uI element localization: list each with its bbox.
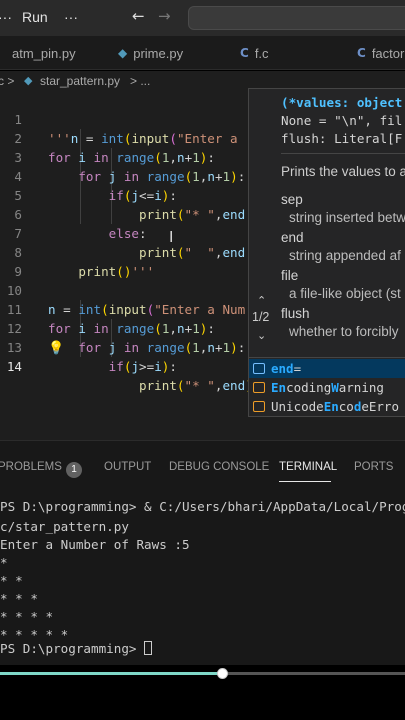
- python-file-icon: ◆: [118, 46, 128, 60]
- lightbulb-icon[interactable]: 💡: [48, 341, 64, 357]
- param-name: flush: [281, 306, 310, 321]
- tab-label: prime.py: [133, 45, 184, 61]
- bottom-panel: PROBLEMS 1 OUTPUT DEBUG CONSOLE TERMINAL…: [0, 440, 405, 665]
- terminal-prompt: PS D:\programming>: [0, 641, 145, 656]
- tab-f-c[interactable]: C f.c: [240, 36, 269, 70]
- tab-atm-pin[interactable]: atm_pin.py: [12, 36, 76, 70]
- arrow-left-icon[interactable]: ←: [132, 7, 145, 25]
- divider: [281, 153, 405, 154]
- menu-overflow[interactable]: ···: [0, 9, 12, 25]
- overload-counter: 1/2: [252, 310, 270, 324]
- terminal-line: PS D:\programming> & C:/Users/bhari/AppD…: [0, 499, 405, 514]
- menu-more[interactable]: ···: [64, 9, 78, 25]
- python-file-icon: ◆: [24, 74, 33, 87]
- param-desc: whether to forcibly: [289, 324, 399, 339]
- param-desc: string appended af: [289, 248, 401, 263]
- signature-line: None = "\n", fil: [281, 113, 403, 128]
- signature-description: Prints the values to a: [281, 164, 405, 179]
- suggestion-label: UnicodeEncodeErro: [271, 399, 399, 414]
- terminal-line: * * *: [0, 591, 38, 606]
- problems-count-badge: 1: [66, 462, 82, 478]
- terminal-cursor: [144, 641, 153, 655]
- tab-ports[interactable]: PORTS: [354, 461, 393, 473]
- video-controls: [0, 665, 405, 720]
- text-cursor-icon: I: [169, 228, 174, 246]
- tab-terminal[interactable]: TERMINAL: [279, 461, 337, 473]
- terminal-line: c/star_pattern.py: [0, 519, 129, 534]
- tab-output[interactable]: OUTPUT: [104, 461, 151, 473]
- breadcrumb-file[interactable]: star_pattern.py: [40, 74, 120, 88]
- terminal-line: *: [0, 555, 8, 570]
- suggestion-label: EncodingWarning: [271, 380, 384, 395]
- suggestion-unicodeencodeerror[interactable]: UnicodeEncodeErro: [249, 397, 405, 416]
- c-file-icon: C: [357, 46, 366, 60]
- menu-run[interactable]: Run: [22, 9, 48, 25]
- param-name: file: [281, 268, 299, 283]
- menu-bar: ··· Run ··· ← →: [0, 0, 405, 36]
- command-center-search[interactable]: [188, 6, 405, 30]
- tab-label: f.c: [254, 45, 269, 61]
- terminal-line: * * * *: [0, 609, 54, 624]
- suggestion-encodingwarning[interactable]: EncodingWarning: [249, 378, 405, 397]
- tab-prime[interactable]: ◆ prime.py: [118, 36, 183, 70]
- editor-tab-bar: atm_pin.py ◆ prime.py C f.c C factor: [0, 36, 405, 70]
- class-icon: [253, 382, 265, 393]
- param-name: sep: [281, 192, 303, 207]
- tab-label: atm_pin.py: [12, 45, 76, 61]
- param-desc: a file-like object (st: [289, 286, 401, 301]
- terminal-line: * * * * *: [0, 627, 69, 642]
- tab-problems[interactable]: PROBLEMS: [0, 461, 62, 473]
- tab-label: factor: [371, 45, 405, 61]
- param-desc: string inserted betw: [289, 210, 405, 225]
- tab-debug-console[interactable]: DEBUG CONSOLE: [169, 461, 269, 473]
- signature-help-popup: (*values: object None = "\n", fil flush:…: [248, 88, 405, 358]
- breadcrumb-suffix[interactable]: > ...: [130, 74, 150, 88]
- active-tab-indicator: [279, 481, 331, 482]
- signature-line: flush: Literal[F: [281, 131, 403, 146]
- param-name: end: [281, 230, 304, 245]
- chevron-down-icon[interactable]: ⌄: [257, 329, 266, 342]
- terminal-line: * *: [0, 573, 23, 588]
- video-progress-fill: [0, 672, 223, 675]
- suggestion-label: end=: [271, 361, 302, 376]
- signature-line: (*values: object: [281, 95, 403, 110]
- class-icon: [253, 401, 265, 412]
- c-file-icon: C: [240, 46, 249, 60]
- suggestion-end[interactable]: end=: [249, 359, 405, 378]
- chevron-up-icon[interactable]: ⌃: [257, 294, 266, 307]
- terminal-line: Enter a Number of Raws :5: [0, 537, 190, 552]
- video-progress-handle[interactable]: [216, 668, 228, 679]
- variable-icon: [253, 363, 265, 374]
- arrow-right-icon[interactable]: →: [158, 7, 171, 25]
- breadcrumb-prefix[interactable]: c >: [0, 74, 14, 88]
- tab-factor[interactable]: C factor: [357, 36, 404, 70]
- terminal-prompt-line[interactable]: PS D:\programming>: [0, 641, 153, 656]
- suggest-widget: end= EncodingWarning UnicodeEncodeErro: [248, 357, 405, 417]
